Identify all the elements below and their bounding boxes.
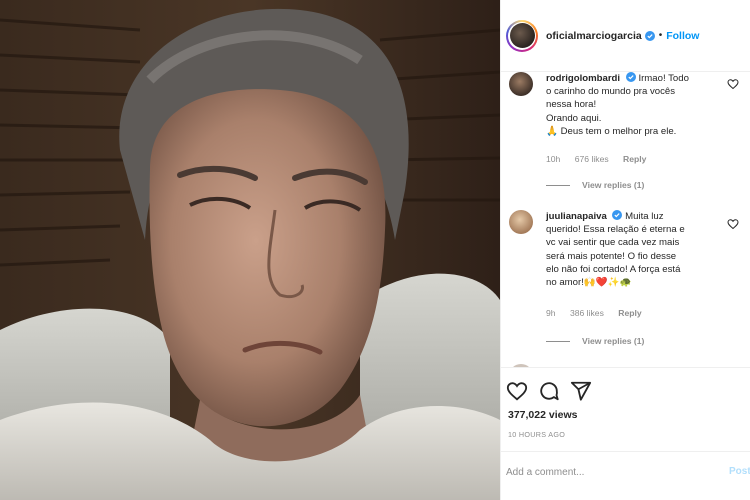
comment-line: nessa hora!	[546, 99, 597, 111]
view-replies-label: View replies (1)	[582, 180, 645, 190]
heart-icon[interactable]	[506, 380, 528, 402]
comment-line: Orando aqui.	[546, 112, 602, 124]
share-icon[interactable]	[570, 380, 592, 402]
comment-meta: 9h 386 likes Reply	[546, 308, 654, 318]
author-username[interactable]: oficialmarciogarcia	[546, 30, 642, 42]
video-frame-illustration	[0, 0, 500, 500]
verified-badge-icon	[625, 72, 636, 82]
comment-time[interactable]: 10h	[546, 154, 560, 164]
comment-line: o carinho do mundo pra vocês	[546, 86, 676, 98]
comment-text: juulianapaiva Muita luz querido! Essa re…	[546, 210, 716, 289]
author-avatar[interactable]	[506, 19, 538, 52]
follow-button[interactable]: Follow	[666, 30, 699, 42]
reply-button[interactable]: Reply	[623, 154, 646, 164]
reply-button[interactable]: Reply	[618, 308, 641, 318]
comment-line: vc vai sentir que cada vez mais	[546, 237, 680, 249]
comment-meta: 10h 676 likes Reply	[546, 154, 658, 164]
comment-line: querido! Essa relação é eterna e	[546, 224, 685, 236]
heart-icon[interactable]	[727, 218, 739, 230]
comment-text: rodrigolombardi Irmao! Todo o carinho do…	[546, 72, 716, 138]
comments-list[interactable]: rodrigolombardi Irmao! Todo o carinho do…	[501, 72, 750, 367]
post-side-panel: oficialmarciogarcia • Follow rodrigolomb…	[500, 0, 750, 500]
comment-likes[interactable]: 386 likes	[570, 308, 604, 318]
comment-username[interactable]: rodrigolombardi	[546, 73, 620, 84]
comment-username[interactable]: juulianapaiva	[546, 211, 607, 222]
comment-line: Muita luz	[625, 211, 664, 222]
view-count[interactable]: 377,022 views	[508, 409, 577, 421]
replies-divider	[546, 340, 570, 342]
comment-time[interactable]: 9h	[546, 308, 556, 318]
heart-icon[interactable]	[727, 78, 739, 90]
replies-divider	[546, 184, 570, 186]
add-comment-bar: Post	[501, 451, 750, 500]
comment-likes[interactable]: 676 likes	[575, 154, 609, 164]
post-comment-button[interactable]: Post	[729, 466, 750, 477]
comment-line: no amor!🙌❤️✨🐢	[546, 277, 632, 289]
comment-line: 🙏 Deus tem o melhor pra ele.	[546, 125, 677, 137]
header-separator: •	[658, 30, 663, 41]
post-timestamp[interactable]: 10 HOURS AGO	[508, 430, 565, 439]
post-header: oficialmarciogarcia • Follow	[501, 0, 750, 72]
view-replies-button[interactable]: View replies (1)	[546, 336, 644, 346]
view-replies-label: View replies (1)	[582, 336, 645, 346]
verified-badge-icon	[612, 210, 623, 220]
verified-badge-icon	[644, 30, 655, 41]
comment-line: será mais potente! O fio desse	[546, 250, 677, 262]
commenter-avatar[interactable]	[509, 210, 533, 234]
post-media[interactable]	[0, 0, 500, 500]
comment-input[interactable]	[506, 462, 716, 482]
comment-line: elo não foi cortado! A força está	[546, 263, 681, 275]
comment-line: Irmao! Todo	[638, 73, 689, 84]
view-replies-button[interactable]: View replies (1)	[546, 180, 644, 190]
commenter-avatar[interactable]	[509, 72, 533, 96]
post-actions: 377,022 views 10 HOURS AGO	[501, 367, 750, 451]
comment-icon[interactable]	[538, 380, 560, 402]
